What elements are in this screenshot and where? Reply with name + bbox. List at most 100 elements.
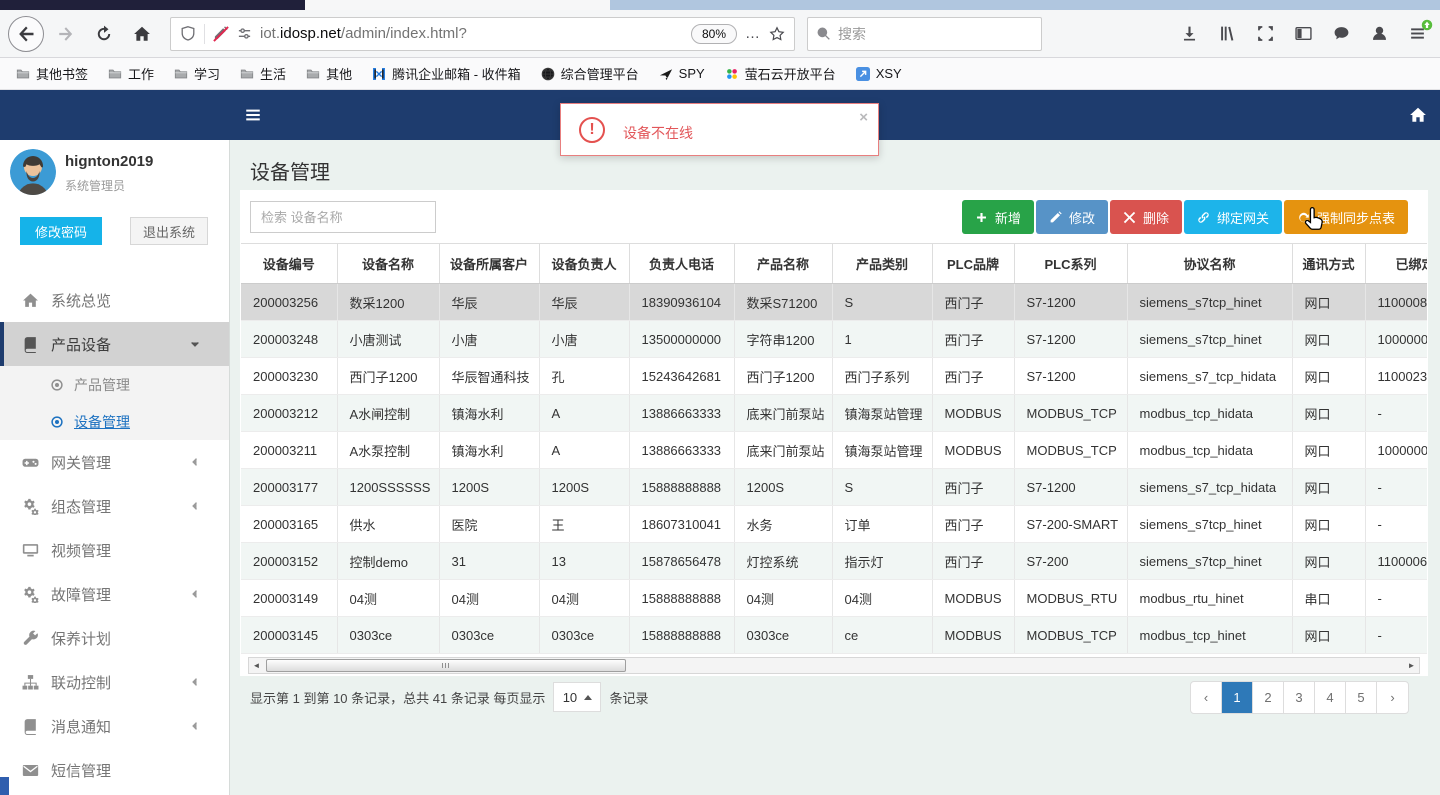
sidebar-item-短信管理[interactable]: 短信管理 — [0, 748, 229, 792]
sidebar-button[interactable] — [1295, 25, 1312, 42]
column-header[interactable]: 已绑定网关 — [1365, 243, 1427, 284]
column-header[interactable]: 产品名称 — [734, 243, 833, 284]
url-bar[interactable]: iot.idosp.net/admin/index.html? 80% … — [170, 16, 795, 51]
table-row[interactable]: 200003248 小唐测试 小唐 小唐 13500000000 字符串1200 1 西门子 S… — [241, 320, 1427, 358]
table-cell: 西门子1200 — [734, 357, 833, 395]
pencil-blocked-icon[interactable] — [213, 25, 229, 42]
table-row[interactable]: 200003165 供水 医院王 18607310041 水务 订单 西门子 S7-200-S… — [241, 505, 1427, 543]
table-cell: 1000000 — [1365, 320, 1427, 358]
change-password-button[interactable]: 修改密码 — [20, 217, 102, 245]
avatar[interactable] — [10, 149, 56, 195]
table-row[interactable]: 200003256 数采1200 华辰 华辰 18390936104 数采S71200 S 西… — [241, 283, 1427, 321]
forward-button[interactable] — [50, 18, 82, 50]
home-button[interactable] — [126, 18, 158, 50]
table-row[interactable]: 200003212 A水闸控制 镇海水利 A 13886663333 底来门前泵站 镇海泵站… — [241, 394, 1427, 432]
zoom-reset-button[interactable]: 80% — [690, 23, 737, 44]
bookmark-star-icon[interactable] — [769, 25, 785, 42]
sidebar-item-网关管理[interactable]: 网关管理 — [0, 440, 229, 484]
download-button[interactable] — [1181, 25, 1198, 42]
bookmark-item[interactable]: XSY — [848, 63, 910, 84]
column-header[interactable]: PLC系列 — [1014, 243, 1128, 284]
sidebar-item-产品设备[interactable]: 产品设备 — [0, 322, 229, 366]
table-cell: 15878656478 — [629, 542, 735, 580]
logout-button[interactable]: 退出系统 — [130, 217, 208, 245]
page-size-select[interactable]: 10 — [553, 682, 602, 712]
column-header[interactable]: 设备所属客户 — [439, 243, 540, 284]
bookmark-item[interactable]: 综合管理平台 — [533, 61, 647, 86]
sidebar-item-视频管理[interactable]: 视频管理 — [0, 528, 229, 572]
browser-search-input[interactable] — [838, 25, 1033, 42]
page-next-button[interactable]: › — [1377, 682, 1408, 713]
sidebar-item-保养计划[interactable]: 保养计划 — [0, 616, 229, 660]
shield-icon[interactable] — [180, 25, 196, 42]
sidebar-item-组态管理[interactable]: 组态管理 — [0, 484, 229, 528]
force-sync-points-button[interactable]: 强制同步点表 — [1283, 200, 1408, 234]
page-button-2[interactable]: 2 — [1253, 682, 1284, 713]
add-button[interactable]: 新增 — [961, 200, 1034, 234]
back-button[interactable] — [8, 15, 44, 52]
menu-button[interactable] — [1409, 19, 1433, 42]
button-label: 删除 — [1142, 210, 1169, 226]
reload-button[interactable] — [88, 18, 120, 50]
column-header[interactable]: 负责人电话 — [629, 243, 735, 284]
page-button-4[interactable]: 4 — [1315, 682, 1346, 713]
pocket-button[interactable] — [1333, 25, 1350, 42]
bookmark-item[interactable]: SPY — [651, 63, 713, 84]
tabstrip-active-tab[interactable] — [305, 0, 610, 10]
bookmark-item[interactable]: 工作 — [100, 61, 162, 86]
table-row[interactable]: 200003177 1200SSSSSS 1200S 1200S 15888888888… — [241, 468, 1427, 506]
scroll-left-button[interactable]: ◄ — [249, 658, 264, 673]
table-row[interactable]: 200003145 0303ce 0303ce 0303ce 15888888888 03… — [241, 616, 1427, 654]
device-search-input[interactable] — [250, 201, 436, 233]
sidebar-toggle-button[interactable] — [244, 106, 262, 124]
bookmark-item[interactable]: 萤石云开放平台 — [717, 61, 844, 86]
page-button-5[interactable]: 5 — [1346, 682, 1377, 713]
bookmark-item[interactable]: 腾讯企业邮箱 - 收件箱 — [364, 61, 529, 86]
page-actions-button[interactable]: … — [745, 25, 761, 42]
browser-search-box[interactable] — [807, 16, 1042, 51]
sidebar-item-label: 短信管理 — [51, 762, 112, 780]
screenshot-button[interactable] — [1257, 25, 1274, 42]
wrench-icon — [22, 630, 39, 647]
sidebar-item-故障管理[interactable]: 故障管理 — [0, 572, 229, 616]
bookmark-item[interactable]: 学习 — [166, 61, 228, 86]
column-header[interactable]: PLC品牌 — [932, 243, 1015, 284]
table-action-buttons: 新增 修改 删除 绑定网关 强制同步点表 — [961, 200, 1408, 234]
alert-close-icon[interactable]: × — [859, 109, 868, 126]
delete-button[interactable]: 删除 — [1109, 200, 1182, 234]
bind-gateway-button[interactable]: 绑定网关 — [1183, 200, 1282, 234]
sidebar-item-设备管理[interactable]: 设备管理 — [0, 403, 229, 440]
table-row[interactable]: 200003149 04测 04测 04测 15888888888 04测 04测 MODBU… — [241, 579, 1427, 617]
page-button-3[interactable]: 3 — [1284, 682, 1315, 713]
app-home-icon[interactable] — [1409, 106, 1427, 124]
table-row[interactable]: 200003230 西门子1200 华辰智通科技孔 15243642681 西门子120… — [241, 357, 1427, 395]
library-button[interactable] — [1219, 25, 1236, 42]
bookmark-item[interactable]: 生活 — [232, 61, 294, 86]
table-row[interactable]: 200003211 A水泵控制 镇海水利 A 13886663333 底来门前泵站 镇海泵站… — [241, 431, 1427, 469]
column-header[interactable]: 通讯方式 — [1292, 243, 1366, 284]
table-cell: 200003165 — [241, 505, 338, 543]
sidebar-item-label: 联动控制 — [51, 674, 112, 692]
sidebar-item-联动控制[interactable]: 联动控制 — [0, 660, 229, 704]
table-cell: siemens_s7_tcp_hidata — [1127, 357, 1293, 395]
bookmark-item[interactable]: 其他书签 — [8, 61, 96, 86]
edit-button[interactable]: 修改 — [1035, 200, 1108, 234]
sidebar-item-产品管理[interactable]: 产品管理 — [0, 366, 229, 403]
sidebar-item-消息通知[interactable]: 消息通知 — [0, 704, 229, 748]
scroll-right-button[interactable]: ► — [1404, 658, 1419, 673]
page-button-1[interactable]: 1 — [1222, 682, 1253, 713]
horizontal-scrollbar[interactable]: ◄ ► — [248, 657, 1420, 674]
column-header[interactable]: 协议名称 — [1127, 243, 1293, 284]
permissions-icon[interactable] — [237, 26, 252, 41]
scrollbar-thumb[interactable] — [266, 659, 626, 672]
column-header[interactable]: 设备负责人 — [539, 243, 630, 284]
column-header[interactable]: 设备编号 — [241, 243, 338, 284]
bookmark-item[interactable]: 其他 — [298, 61, 360, 86]
table-cell: 华辰 — [439, 283, 540, 321]
table-row[interactable]: 200003152 控制demo 31 13 15878656478 灯控系统 指示灯 西门子… — [241, 542, 1427, 580]
column-header[interactable]: 设备名称 — [337, 243, 440, 284]
account-button[interactable] — [1371, 25, 1388, 42]
column-header[interactable]: 产品类别 — [832, 243, 933, 284]
sidebar-item-系统总览[interactable]: 系统总览 — [0, 278, 229, 322]
page-prev-button[interactable]: ‹ — [1191, 682, 1222, 713]
